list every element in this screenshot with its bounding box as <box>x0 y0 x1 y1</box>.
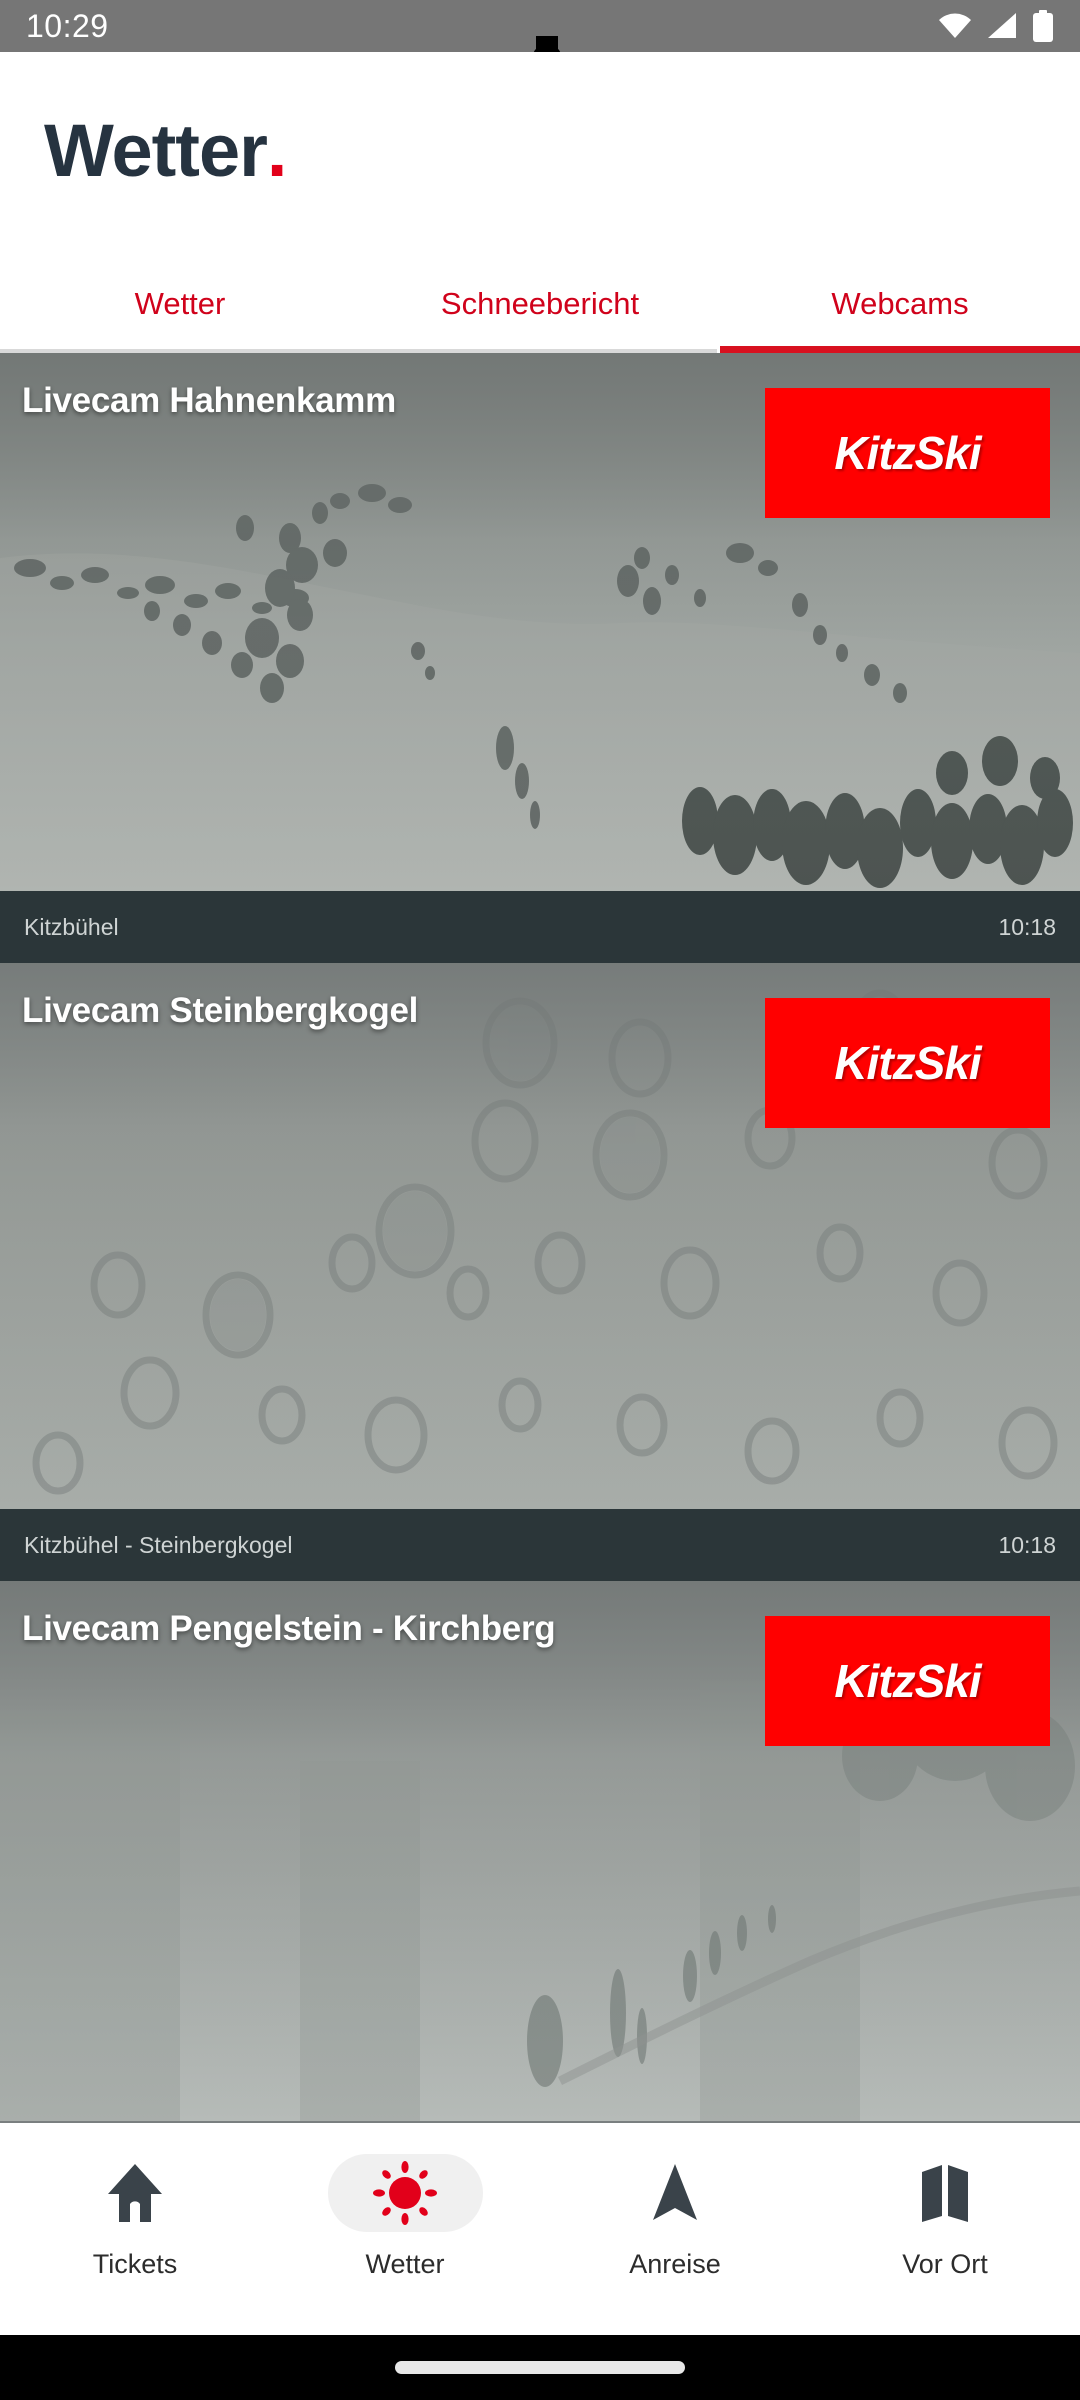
app-logo-dot: . <box>266 109 288 192</box>
nav-label-tickets: Tickets <box>92 2249 178 2279</box>
tab-bar[interactable]: Wetter Schneebericht Webcams <box>0 255 1080 353</box>
tab-wetter[interactable]: Wetter <box>0 255 360 353</box>
map-icon <box>922 2165 968 2222</box>
webcam-caption-hahnenkamm: Kitzbühel 10:18 <box>0 891 1080 963</box>
tab-webcams-label: Webcams <box>831 286 969 321</box>
webcam-location-hahnenkamm: Kitzbühel <box>24 913 119 940</box>
home-indicator-pill[interactable] <box>395 2361 685 2374</box>
app-header: Wetter . <box>0 52 1080 255</box>
app-logo: Wetter . <box>44 109 288 192</box>
nav-label-vor-ort: Vor Ort <box>902 2249 988 2279</box>
webcam-card-pengelstein[interactable]: Livecam Pengelstein - Kirchberg KitzSki <box>0 1581 1080 2121</box>
nav-icon-wrap-anreise <box>650 2145 700 2241</box>
nav-label-wetter: Wetter <box>365 2249 445 2279</box>
webcam-image-hahnenkamm[interactable]: Livecam Hahnenkamm KitzSki <box>0 353 1080 891</box>
nav-item-wetter[interactable]: Wetter <box>270 2145 540 2280</box>
sun-icon <box>373 2161 437 2225</box>
app-logo-text: Wetter <box>44 109 268 192</box>
webcam-time-steinbergkogel: 10:18 <box>998 1531 1056 1558</box>
tab-wetter-label: Wetter <box>134 286 226 321</box>
kitzski-logo-text: KitzSki <box>834 1655 981 1707</box>
webcam-title-hahnenkamm: Livecam Hahnenkamm <box>22 381 396 420</box>
kitzski-logo: KitzSki <box>765 1616 1050 1746</box>
tab-active-indicator <box>720 346 1080 353</box>
tab-schneebericht-label: Schneebericht <box>440 286 640 321</box>
webcam-image-steinbergkogel[interactable]: Livecam Steinbergkogel KitzSki <box>0 963 1080 1509</box>
tab-schneebericht[interactable]: Schneebericht <box>360 255 720 353</box>
webcam-image-pengelstein[interactable]: Livecam Pengelstein - Kirchberg KitzSki <box>0 1581 1080 2121</box>
nav-label-anreise: Anreise <box>629 2249 721 2279</box>
nav-item-anreise[interactable]: Anreise <box>540 2145 810 2280</box>
webcam-caption-steinbergkogel: Kitzbühel - Steinbergkogel 10:18 <box>0 1509 1080 1581</box>
nav-icon-wrap-tickets <box>105 2145 165 2241</box>
cellular-signal-icon <box>988 13 1016 38</box>
status-bar-time: 10:29 <box>26 7 109 44</box>
kitzski-logo-text: KitzSki <box>834 427 981 479</box>
status-bar-icons <box>938 10 1054 42</box>
webcam-card-hahnenkamm[interactable]: Livecam Hahnenkamm KitzSki Kitzbühel 10:… <box>0 353 1080 963</box>
kitzski-logo: KitzSki <box>765 998 1050 1128</box>
webcam-location-steinbergkogel: Kitzbühel - Steinbergkogel <box>24 1531 293 1558</box>
webcam-title-pengelstein: Livecam Pengelstein - Kirchberg <box>22 1609 556 1648</box>
wifi-icon <box>939 13 971 38</box>
home-icon <box>108 2164 162 2222</box>
webcam-card-steinbergkogel[interactable]: Livecam Steinbergkogel KitzSki Kitzbühel… <box>0 963 1080 1581</box>
nav-item-tickets[interactable]: Tickets <box>0 2145 270 2280</box>
webcam-list[interactable]: Livecam Hahnenkamm KitzSki Kitzbühel 10:… <box>0 353 1080 2123</box>
home-indicator-bar <box>0 2335 1080 2400</box>
navigation-arrow-icon <box>653 2164 697 2220</box>
nav-item-vor-ort[interactable]: Vor Ort <box>810 2145 1080 2280</box>
kitzski-logo: KitzSki <box>765 388 1050 518</box>
tab-webcams[interactable]: Webcams <box>720 255 1080 353</box>
nav-icon-wrap-vor-ort <box>918 2145 972 2241</box>
nav-active-pill <box>327 2154 483 2232</box>
webcam-time-hahnenkamm: 10:18 <box>998 913 1056 940</box>
kitzski-logo-text: KitzSki <box>834 1037 981 1089</box>
battery-icon <box>1033 10 1053 42</box>
bottom-navigation-bar[interactable]: Tickets Wetter Anreise Vor Ort <box>0 2123 1080 2335</box>
webcam-title-steinbergkogel: Livecam Steinbergkogel <box>22 991 419 1030</box>
nav-icon-wrap-wetter <box>327 2145 483 2241</box>
